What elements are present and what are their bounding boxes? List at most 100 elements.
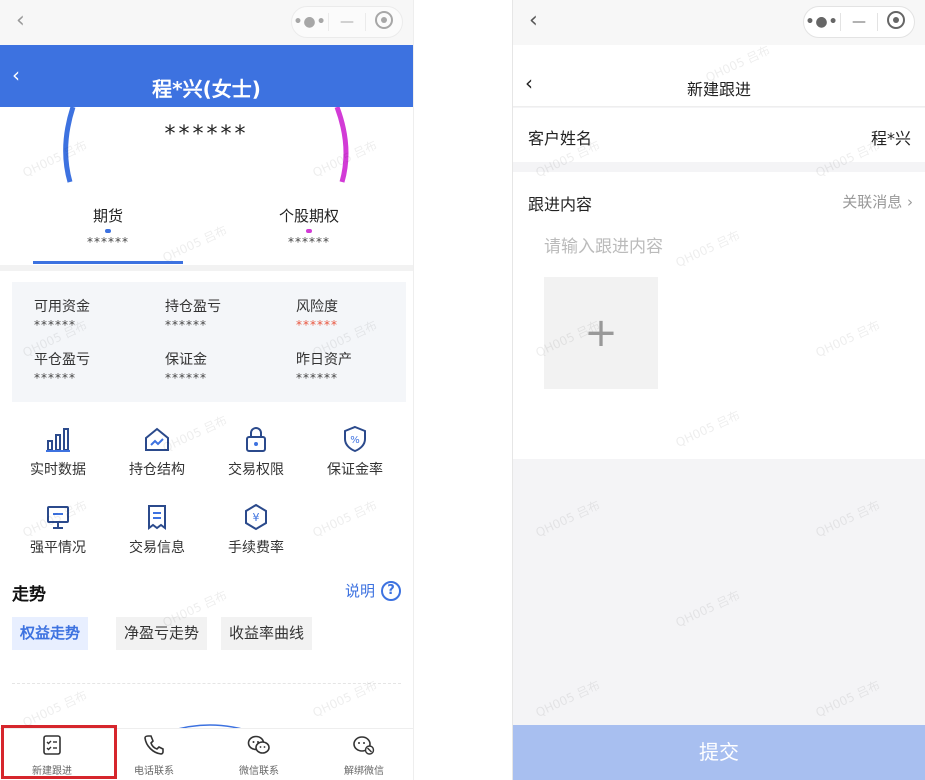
grid-label: 持仓结构: [129, 462, 185, 478]
account-stats-panel: 可用资金 ****** 持仓盈亏 ****** 风险度 ****** 平仓盈亏 …: [12, 282, 406, 402]
more-icon[interactable]: •●•: [804, 14, 840, 30]
add-image-button[interactable]: +: [544, 277, 658, 389]
svg-text:¥: ¥: [253, 511, 260, 524]
chevron-right-icon: ›: [907, 193, 913, 211]
watermark: QH005 吕布: [533, 677, 603, 720]
followup-content-label: 跟进内容: [528, 195, 593, 214]
mini-program-capsule: •●• —: [291, 6, 403, 38]
watermark: QH005 吕布: [813, 497, 883, 540]
phone-icon: [144, 735, 164, 755]
grid-realtime-data[interactable]: 实时数据: [13, 425, 103, 479]
close-target-icon[interactable]: [366, 11, 402, 33]
minimize-icon[interactable]: —: [329, 14, 365, 30]
new-followup-screen: ‹ •●• — ‹ 新建跟进 客户姓名 程*兴 跟进内容 关联消息 › 请输入跟…: [512, 0, 925, 780]
stat-closed-pnl: 平仓盈亏 ******: [34, 349, 144, 385]
chip-net-pnl-trend[interactable]: 净盈亏走势: [116, 617, 208, 650]
minimize-icon[interactable]: —: [841, 14, 877, 30]
stat-value: ******: [165, 318, 207, 332]
customer-name-label: 客户姓名: [528, 129, 593, 148]
followup-content-input[interactable]: 请输入跟进内容: [544, 232, 663, 257]
stat-margin: 保证金 ******: [165, 349, 275, 385]
wechat-unbind-icon: [353, 736, 375, 755]
trend-section-title: 走势: [12, 585, 46, 605]
stat-yesterday-assets: 昨日资产 ******: [296, 349, 406, 385]
page-title: 新建跟进: [686, 80, 751, 99]
watermark: QH005 吕布: [533, 497, 603, 540]
stat-label: 持仓盈亏: [165, 299, 221, 315]
stat-label: 可用资金: [34, 299, 90, 315]
stat-label: 昨日资产: [296, 352, 352, 368]
system-back-icon[interactable]: ‹: [16, 8, 25, 33]
highlight-new-followup: [1, 725, 117, 779]
help-icon: ?: [381, 580, 401, 601]
shield-percent-icon: %: [344, 425, 366, 453]
house-trend-icon: [145, 427, 169, 451]
receipt-icon: [148, 505, 166, 530]
equity-gauge: [63, 107, 349, 183]
yen-hexagon-icon: ¥: [245, 503, 267, 531]
grid-label: 交易权限: [228, 462, 284, 478]
tab-options-value: ******: [288, 235, 330, 249]
stat-value: ******: [165, 371, 207, 385]
bottom-label: 微信联系: [239, 766, 279, 777]
grid-trade-info[interactable]: 交易信息: [112, 503, 202, 557]
explain-label: 说明: [344, 582, 375, 600]
system-title-bar: ‹ •●• —: [0, 0, 413, 45]
related-message-link[interactable]: 关联消息 ›: [842, 191, 913, 212]
lock-icon: [246, 427, 266, 452]
stat-label: 风险度: [296, 299, 338, 315]
stat-label: 保证金: [165, 352, 207, 368]
unbind-wechat-button[interactable]: 解绑微信: [314, 734, 413, 777]
chart-gridline: [12, 683, 401, 684]
tab-stock-options[interactable]: 个股期权 ******: [234, 205, 384, 249]
watermark: QH005 吕布: [813, 677, 883, 720]
more-icon[interactable]: •●•: [292, 14, 328, 30]
monitor-icon: [47, 506, 69, 529]
wechat-icon: [247, 735, 270, 754]
svg-text:%: %: [350, 435, 360, 446]
grid-trading-permission[interactable]: 交易权限: [211, 425, 301, 479]
customer-name-value: 程*兴: [870, 129, 911, 148]
system-title-bar: ‹ •●• —: [513, 0, 925, 45]
grid-label: 交易信息: [129, 540, 185, 556]
grid-label: 实时数据: [30, 462, 86, 478]
grid-liquidation[interactable]: 强平情况: [13, 503, 103, 557]
watermark: QH005 吕布: [673, 587, 743, 630]
grid-label: 保证金率: [327, 462, 383, 478]
phone-contact-button[interactable]: 电话联系: [104, 734, 204, 777]
tab-options-mark: [306, 229, 312, 233]
stat-value: ******: [296, 371, 338, 385]
grid-fee-rate[interactable]: ¥ 手续费率: [211, 503, 301, 557]
mini-program-capsule: •●• —: [803, 6, 915, 38]
tab-futures[interactable]: 期货 ******: [33, 205, 183, 249]
active-tab-underline: [33, 261, 183, 264]
stat-available-funds: 可用资金 ******: [34, 296, 144, 332]
chip-return-curve[interactable]: 收益率曲线: [221, 617, 313, 650]
page-nav-bar: ‹ 新建跟进: [513, 45, 925, 107]
explain-link[interactable]: 说明 ?: [345, 580, 401, 601]
grid-position-structure[interactable]: 持仓结构: [112, 425, 202, 479]
related-message-label: 关联消息: [842, 193, 903, 211]
customer-header: ‹ 程*兴(女士): [0, 45, 413, 107]
stat-position-pnl: 持仓盈亏 ******: [165, 296, 275, 332]
bar-chart-icon: [46, 428, 70, 452]
submit-button[interactable]: 提交: [513, 725, 925, 780]
tab-futures-label: 期货: [92, 207, 123, 225]
grid-label: 手续费率: [228, 540, 284, 556]
product-tabs: 期货 ****** 个股期权 ******: [0, 205, 413, 267]
stat-value: ******: [34, 318, 76, 332]
gauge-value: ******: [164, 122, 249, 147]
wechat-contact-button[interactable]: 微信联系: [209, 734, 309, 777]
grid-label: 强平情况: [30, 540, 86, 556]
chip-equity-trend[interactable]: 权益走势: [12, 617, 89, 650]
stat-risk-degree: 风险度 ******: [296, 296, 406, 332]
tab-futures-mark: [105, 229, 111, 233]
stat-value: ******: [34, 371, 76, 385]
section-divider: [0, 265, 413, 271]
account-detail-screen: ‹ •●• — ‹ 程*兴(女士) ****** 期货 ****** 个股期权 …: [0, 0, 414, 780]
bottom-label: 解绑微信: [344, 766, 384, 777]
customer-name-row: 客户姓名 程*兴: [513, 108, 925, 162]
close-target-icon[interactable]: [878, 11, 914, 33]
grid-margin-rate[interactable]: % 保证金率: [310, 425, 400, 479]
system-back-icon[interactable]: ‹: [529, 8, 538, 33]
